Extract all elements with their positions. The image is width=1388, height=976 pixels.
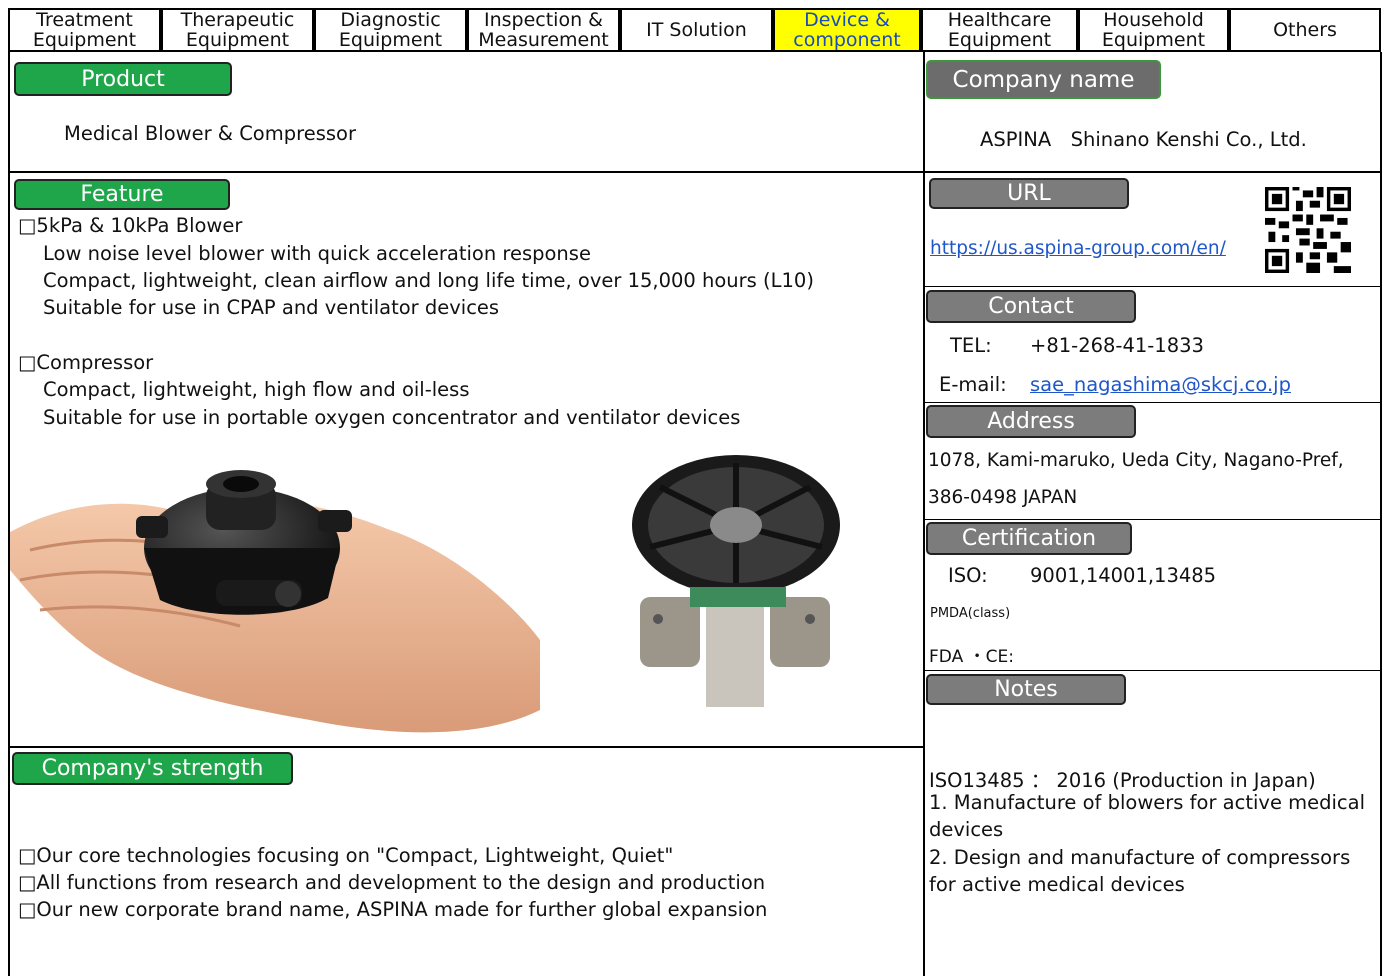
company-strength-heading: Company's strength [12,752,293,785]
notes-line: ISO13485 ： 2016 (Production in Japan) [929,769,1316,792]
tab-therapeutic-equipment[interactable]: Therapeutic Equipment [161,8,314,52]
compressor-image [632,455,840,707]
tab-others[interactable]: Others [1229,8,1381,52]
center-divider [923,52,925,976]
contact-divider [923,402,1382,403]
feature-line: Low noise level blower with quick accele… [43,242,591,265]
feature-compressor-title: □Compressor [18,351,154,374]
product-heading: Product [14,62,232,96]
feature-line: Suitable for use in portable oxygen conc… [43,406,741,429]
company-name-value: ASPINA Shinano Kenshi Co., Ltd. [980,128,1307,151]
pmda-label: PMDA(class) [930,606,1011,621]
website-link[interactable]: https://us.aspina-group.com/en/ [930,238,1226,259]
email-link[interactable]: sae_nagashima@skcj.co.jp [1030,373,1291,396]
tel-label: TEL: [950,334,992,357]
right-border [1380,52,1382,976]
tab-healthcare-equipment[interactable]: Healthcare Equipment [921,8,1078,52]
feature-blower-title: □5kPa & 10kPa Blower [18,214,243,237]
tab-device-component[interactable]: Device & component [773,8,921,52]
fda-ce-label: FDA ・CE: [929,647,1014,667]
feature-line: Compact, lightweight, clean airflow and … [43,269,814,292]
address-line-1: 1078, Kami-maruko, Ueda City, Nagano-Pre… [928,450,1344,471]
strength-line: □All functions from research and develop… [18,871,766,894]
tab-treatment-equipment[interactable]: Treatment Equipment [8,8,161,52]
notes-heading: Notes [926,674,1126,705]
url-divider [923,286,1382,287]
feature-line: Suitable for use in CPAP and ventilator … [43,296,500,319]
product-row-divider [8,171,1382,173]
url-heading: URL [929,178,1129,209]
feature-row-divider [8,746,925,748]
iso-label: ISO: [948,564,988,587]
qr-code-icon [1265,187,1351,273]
product-name: Medical Blower & Compressor [64,122,356,145]
notes-line: for active medical devices [929,873,1185,896]
notes-line: 1. Manufacture of blowers for active med… [929,791,1366,814]
tab-it-solution[interactable]: IT Solution [620,8,773,52]
feature-line: Compact, lightweight, high flow and oil-… [43,378,470,401]
iso-value: 9001,14001,13485 [1030,564,1217,587]
certification-heading: Certification [926,522,1132,555]
notes-line: 2. Design and manufacture of compressors [929,846,1351,869]
email-label: E-mail: [939,373,1007,396]
tab-inspection-measurement[interactable]: Inspection & Measurement [467,8,620,52]
address-line-2: 386-0498 JAPAN [928,487,1078,508]
strength-line: □Our core technologies focusing on "Comp… [18,844,674,867]
address-heading: Address [926,405,1136,438]
blower-in-hand-image [10,470,540,733]
strength-line: □Our new corporate brand name, ASPINA ma… [18,898,768,921]
tab-diagnostic-equipment[interactable]: Diagnostic Equipment [314,8,467,52]
company-name-heading: Company name [926,60,1161,99]
notes-line: devices [929,818,1004,841]
certification-divider [923,670,1382,671]
contact-heading: Contact [926,290,1136,323]
feature-heading: Feature [14,179,230,210]
address-divider [923,519,1382,520]
tel-value: +81-268-41-1833 [1030,334,1204,357]
tab-household-equipment[interactable]: Household Equipment [1078,8,1229,52]
